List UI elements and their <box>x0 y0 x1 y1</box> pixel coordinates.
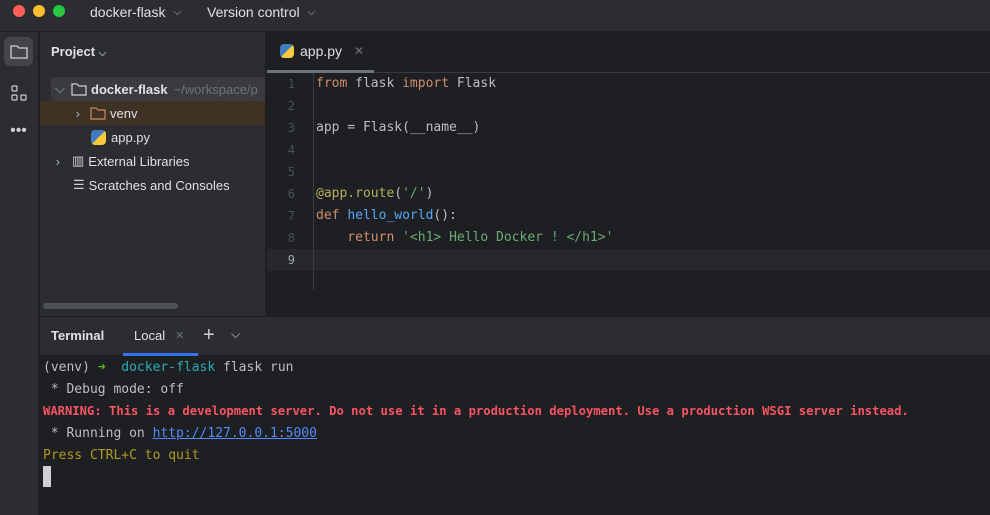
code-line[interactable]: def hello_world(): <box>316 208 457 223</box>
server-url-link[interactable]: http://127.0.0.1:5000 <box>153 426 317 441</box>
new-tab-plus-icon[interactable]: + <box>203 324 215 347</box>
terminal-line: Press CTRL+C to quit <box>43 448 200 463</box>
vcs-label: Version control <box>207 4 300 20</box>
terminal-cursor[interactable] <box>43 466 51 487</box>
tree-label: docker-flask <box>91 81 168 97</box>
tree-label: Scratches and Consoles <box>88 177 230 193</box>
terminal-line: * Running on http://127.0.0.1:5000 <box>43 426 317 441</box>
terminal-line: * Debug mode: off <box>43 382 184 397</box>
folder-icon <box>71 83 87 96</box>
library-icon: ▥ <box>72 153 85 168</box>
tree-item-external-libraries[interactable]: › ▥ External Libraries <box>40 149 265 173</box>
tab-app-py[interactable]: app.py ✕ <box>267 32 374 73</box>
line-number: 5 <box>287 165 295 179</box>
tree-label: app.py <box>111 129 151 145</box>
tree-item-docker-flask[interactable]: ⌵ docker-flask ~/workspace/p <box>51 77 265 101</box>
terminal-panel: Terminal Local ✕ + ⌵ (venv) ➜ docker-fla… <box>40 316 990 515</box>
folder-icon <box>9 45 28 59</box>
tree-path: ~/workspace/p <box>173 81 258 97</box>
terminal-header: Terminal Local ✕ + ⌵ <box>40 316 990 356</box>
line-number: 7 <box>287 209 295 223</box>
close-tab-icon[interactable]: ✕ <box>175 329 184 342</box>
line-gutter: 1 2 3 4 5 6 7 8 9 <box>267 73 314 290</box>
tab-local[interactable]: Local ✕ <box>123 317 198 356</box>
tab-label: Local <box>134 327 166 343</box>
prompt-arrow-icon: ➜ <box>97 360 106 375</box>
structure-icon <box>10 84 27 101</box>
tree-item-venv[interactable]: › venv <box>40 101 265 125</box>
editor-tabs: app.py ✕ <box>267 32 990 73</box>
chevron-down-icon: ⌵ <box>55 81 65 96</box>
code-line[interactable]: from flask import Flask <box>316 76 496 91</box>
terminal-warning: WARNING: This is a development server. D… <box>43 404 909 418</box>
project-panel-title[interactable]: Project ⌵ <box>51 44 106 59</box>
maximize-window-button[interactable] <box>53 5 65 17</box>
more-tools-icon[interactable]: ••• <box>4 116 33 145</box>
tab-label: app.py <box>300 43 343 59</box>
title-bar: docker-flask ⌵ Version control ⌵ <box>0 0 990 32</box>
chevron-down-icon[interactable]: ⌵ <box>231 327 240 342</box>
line-number: 1 <box>287 77 295 91</box>
horizontal-scrollbar[interactable] <box>43 303 178 309</box>
structure-tool-button[interactable] <box>4 78 33 107</box>
project-selector[interactable]: docker-flask ⌵ <box>90 4 181 20</box>
python-file-icon <box>280 44 294 58</box>
tree-item-app-py[interactable]: app.py <box>40 125 265 149</box>
vcs-selector[interactable]: Version control ⌵ <box>207 4 315 20</box>
line-number: 8 <box>287 231 295 245</box>
terminal-title: Terminal <box>51 328 105 343</box>
line-number: 4 <box>287 143 295 157</box>
current-line-highlight <box>267 249 990 271</box>
chevron-down-icon: ⌵ <box>173 6 182 18</box>
project-tool-button[interactable] <box>4 37 33 66</box>
scratches-icon: ☰ <box>73 177 85 192</box>
line-number: 9 <box>287 253 295 267</box>
tool-strip: ••• <box>0 32 39 515</box>
code-line[interactable]: return '<h1> Hello Docker ! </h1>' <box>316 230 613 245</box>
code-line[interactable]: app = Flask(__name__) <box>316 120 480 135</box>
line-number: 3 <box>287 121 295 135</box>
chevron-right-icon: › <box>75 105 80 121</box>
terminal-line: (venv) ➜ docker-flask flask run <box>43 360 294 375</box>
line-number: 6 <box>287 187 295 201</box>
project-panel: Project ⌵ ⌵ docker-flask ~/workspace/p ›… <box>40 32 266 316</box>
close-window-button[interactable] <box>13 5 25 17</box>
chevron-right-icon: › <box>55 153 60 169</box>
line-number: 2 <box>287 99 295 113</box>
code-line[interactable]: @app.route('/') <box>316 186 433 201</box>
minimize-window-button[interactable] <box>33 5 45 17</box>
close-tab-icon[interactable]: ✕ <box>354 44 364 58</box>
folder-icon <box>90 107 106 120</box>
chevron-down-icon: ⌵ <box>307 6 316 18</box>
tree-label: External Libraries <box>88 153 190 169</box>
python-file-icon <box>91 129 106 145</box>
project-name: docker-flask <box>90 4 166 20</box>
tree-item-scratches[interactable]: ☰ Scratches and Consoles <box>40 173 265 197</box>
tree-label: venv <box>110 105 138 121</box>
editor: app.py ✕ 1 2 3 4 5 6 7 8 9 from flask im… <box>267 32 990 316</box>
